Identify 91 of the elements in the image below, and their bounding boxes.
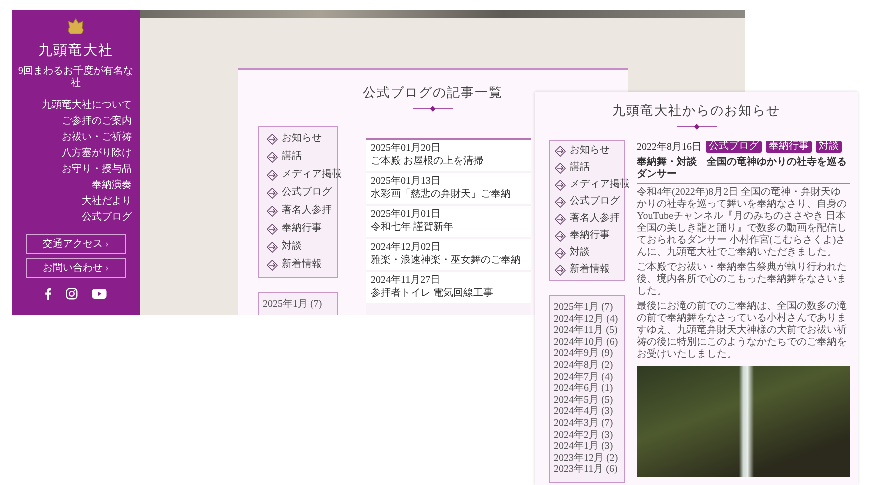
post-card[interactable]: 2024年11月27日 参拝者トイレ 電気回線工事 [366, 272, 531, 303]
diamond-arrow-icon [267, 134, 278, 144]
site-tagline: 9回まわるお千度が有名な社 [18, 66, 134, 90]
archive-link[interactable]: 2024年10月 (6) [554, 336, 620, 348]
outline-button[interactable]: 交通アクセス › [26, 234, 126, 254]
youtube-icon[interactable] [92, 289, 107, 299]
category-tag[interactable]: 公式ブログ [706, 141, 762, 153]
archive-link[interactable]: 2024年4月 (3) [554, 406, 620, 418]
diamond-arrow-icon [267, 242, 278, 252]
instagram-icon[interactable] [66, 288, 78, 300]
title-ornament [676, 124, 716, 130]
article-paragraph: 最後にお滝の前でのご奉納は、全国の数多の滝の前で奉納舞をなさっている小村さんでありますゆえ、九頭竜弁財天大神様の大前でお祓い祈祷の後に特別にこのようなかたちでのご奉納をお受けいたしました。 [637, 301, 848, 361]
category-link[interactable]: 公式ブログ [282, 187, 332, 199]
post-date: 2024年12月02日 [371, 242, 441, 254]
archive-link[interactable]: 2024年7月 (4) [554, 372, 620, 384]
diamond-arrow-icon [555, 264, 566, 276]
diamond-arrow-icon [555, 214, 566, 224]
page-title: 公式ブログの記事一覧 [363, 84, 503, 102]
diamond-arrow-icon [267, 170, 278, 180]
category-link[interactable]: お知らせ [570, 145, 610, 157]
diamond-arrow-icon [555, 230, 566, 242]
post-title: 水彩画「慈悲の弁財天」ご奉納 [371, 189, 511, 201]
category-tag[interactable]: 奉納行事 [766, 141, 812, 153]
archive-link[interactable]: 2024年8月 (2) [554, 360, 620, 372]
article-paragraph: ご本殿でお祓い・奉納奉告祭典が執り行われた後、境内各所で心のこもった奉納舞をなさいました。 [637, 262, 848, 298]
category-link[interactable]: 奉納行事 [570, 230, 610, 242]
facebook-icon[interactable] [45, 288, 52, 300]
archive-link[interactable]: 2024年6月 (1) [554, 383, 620, 395]
post-card[interactable]: 2025年01月01日 令和七年 謹賀新年 [366, 206, 531, 237]
category-link[interactable]: 奉納行事 [282, 223, 322, 235]
category-link[interactable]: お知らせ [282, 133, 322, 145]
nav-link[interactable]: 大社だより [82, 196, 132, 208]
diamond-arrow-icon [267, 206, 278, 216]
category-link[interactable]: 対談 [570, 247, 590, 259]
article-heading: 奉納舞・対談 全国の竜神ゆかりの社寺を巡るダンサー [637, 157, 850, 184]
archive-link[interactable]: 2025年1月 (7) [554, 302, 620, 314]
category-link[interactable]: 講話 [282, 151, 302, 163]
post-date: 2025年01月20日 [371, 143, 441, 155]
archive-link[interactable]: 2024年9月 (9) [554, 348, 620, 360]
diamond-arrow-icon [267, 260, 278, 270]
site-title: 九頭竜大社 [38, 42, 114, 60]
article-date: 2022年8月16日 [637, 141, 702, 154]
archive-link[interactable]: 2024年2月 (3) [554, 430, 620, 442]
category-link[interactable]: 新着情報 [570, 264, 610, 276]
category-link[interactable]: 講話 [570, 162, 590, 174]
page-title: 九頭竜大社からのお知らせ [612, 102, 780, 120]
post-card[interactable]: 2025年01月13日 水彩画「慈悲の弁財天」ご奉納 [366, 173, 531, 204]
diamond-arrow-icon [555, 248, 566, 258]
nav-link[interactable]: ご参拝のご案内 [62, 116, 132, 128]
archive-link[interactable]: 2024年3月 (7) [554, 418, 620, 430]
archive-link[interactable]: 2024年1月 (3) [554, 441, 620, 453]
post-title: ご本殿 お屋根の上を清掃 [371, 156, 484, 168]
category-link[interactable]: メディア掲載 [282, 169, 342, 181]
title-ornament [413, 106, 453, 112]
nav-link[interactable]: お守り・授与品 [62, 164, 132, 176]
archive-link[interactable]: 2025年1月 (7) [263, 299, 333, 311]
category-link[interactable]: 新着情報 [282, 259, 322, 271]
category-link[interactable]: 公式ブログ [570, 196, 620, 208]
nav-link[interactable]: 奉納演奏 [92, 180, 132, 192]
diamond-arrow-icon [555, 180, 566, 190]
category-link[interactable]: メディア掲載 [570, 179, 630, 191]
post-date: 2025年01月13日 [371, 176, 441, 188]
crest-logo-icon [65, 18, 87, 36]
archive-link[interactable]: 2024年5月 (5) [554, 394, 620, 406]
diamond-arrow-icon [267, 224, 278, 234]
outline-button[interactable]: お問い合わせ › [26, 258, 126, 278]
archive-link[interactable]: 2023年12月 (2) [554, 452, 620, 464]
post-card[interactable]: 2024年12月02日 雅楽・浪速神楽・巫女舞のご奉納 [366, 239, 531, 270]
category-link[interactable]: 著名人参拝 [570, 213, 620, 225]
article-paragraph: 令和4年(2022年)8月2日 全国の竜神・弁財天ゆかりの社寺を巡って舞いを奉納なさり、自身のYouTubeチャンネル『月のみちのささやき 日本全国の美しき龍と踊り』で数多の動画を配信しておられるダンサー 小村作宮(こむらさくよ)さんに、九頭竜大社でご奉納いただきました。 [637, 187, 848, 259]
post-title: 令和七年 謹賀新年 [371, 222, 454, 234]
archive-link[interactable]: 2024年11月 (5) [554, 325, 620, 337]
archive-link[interactable]: 2023年11月 (6) [554, 464, 620, 476]
nav-link[interactable]: 九頭竜大社について [42, 100, 132, 112]
post-title: 参拝者トイレ 電気回線工事 [371, 288, 494, 300]
post-date: 2024年11月27日 [371, 275, 441, 287]
nav-link[interactable]: 八方塞がり除け [62, 148, 132, 160]
category-tag[interactable]: 対談 [816, 141, 842, 153]
diamond-arrow-icon [555, 196, 566, 208]
post-card[interactable]: 2025年01月20日 ご本殿 お屋根の上を清掃 [366, 140, 531, 171]
post-title: 雅楽・浪速神楽・巫女舞のご奉納 [371, 255, 521, 267]
category-link[interactable]: 著名人参拝 [282, 205, 332, 217]
archive-link[interactable]: 2024年12月 (4) [554, 314, 620, 326]
diamond-arrow-icon [555, 162, 566, 174]
category-link[interactable]: 対談 [282, 241, 302, 253]
diamond-arrow-icon [267, 188, 278, 198]
diamond-arrow-icon [555, 146, 566, 156]
nav-link[interactable]: お祓い・ご祈祷 [62, 132, 132, 144]
nav-link[interactable]: 公式ブログ [82, 212, 132, 224]
diamond-arrow-icon [267, 152, 278, 162]
post-date: 2025年01月01日 [371, 209, 441, 221]
